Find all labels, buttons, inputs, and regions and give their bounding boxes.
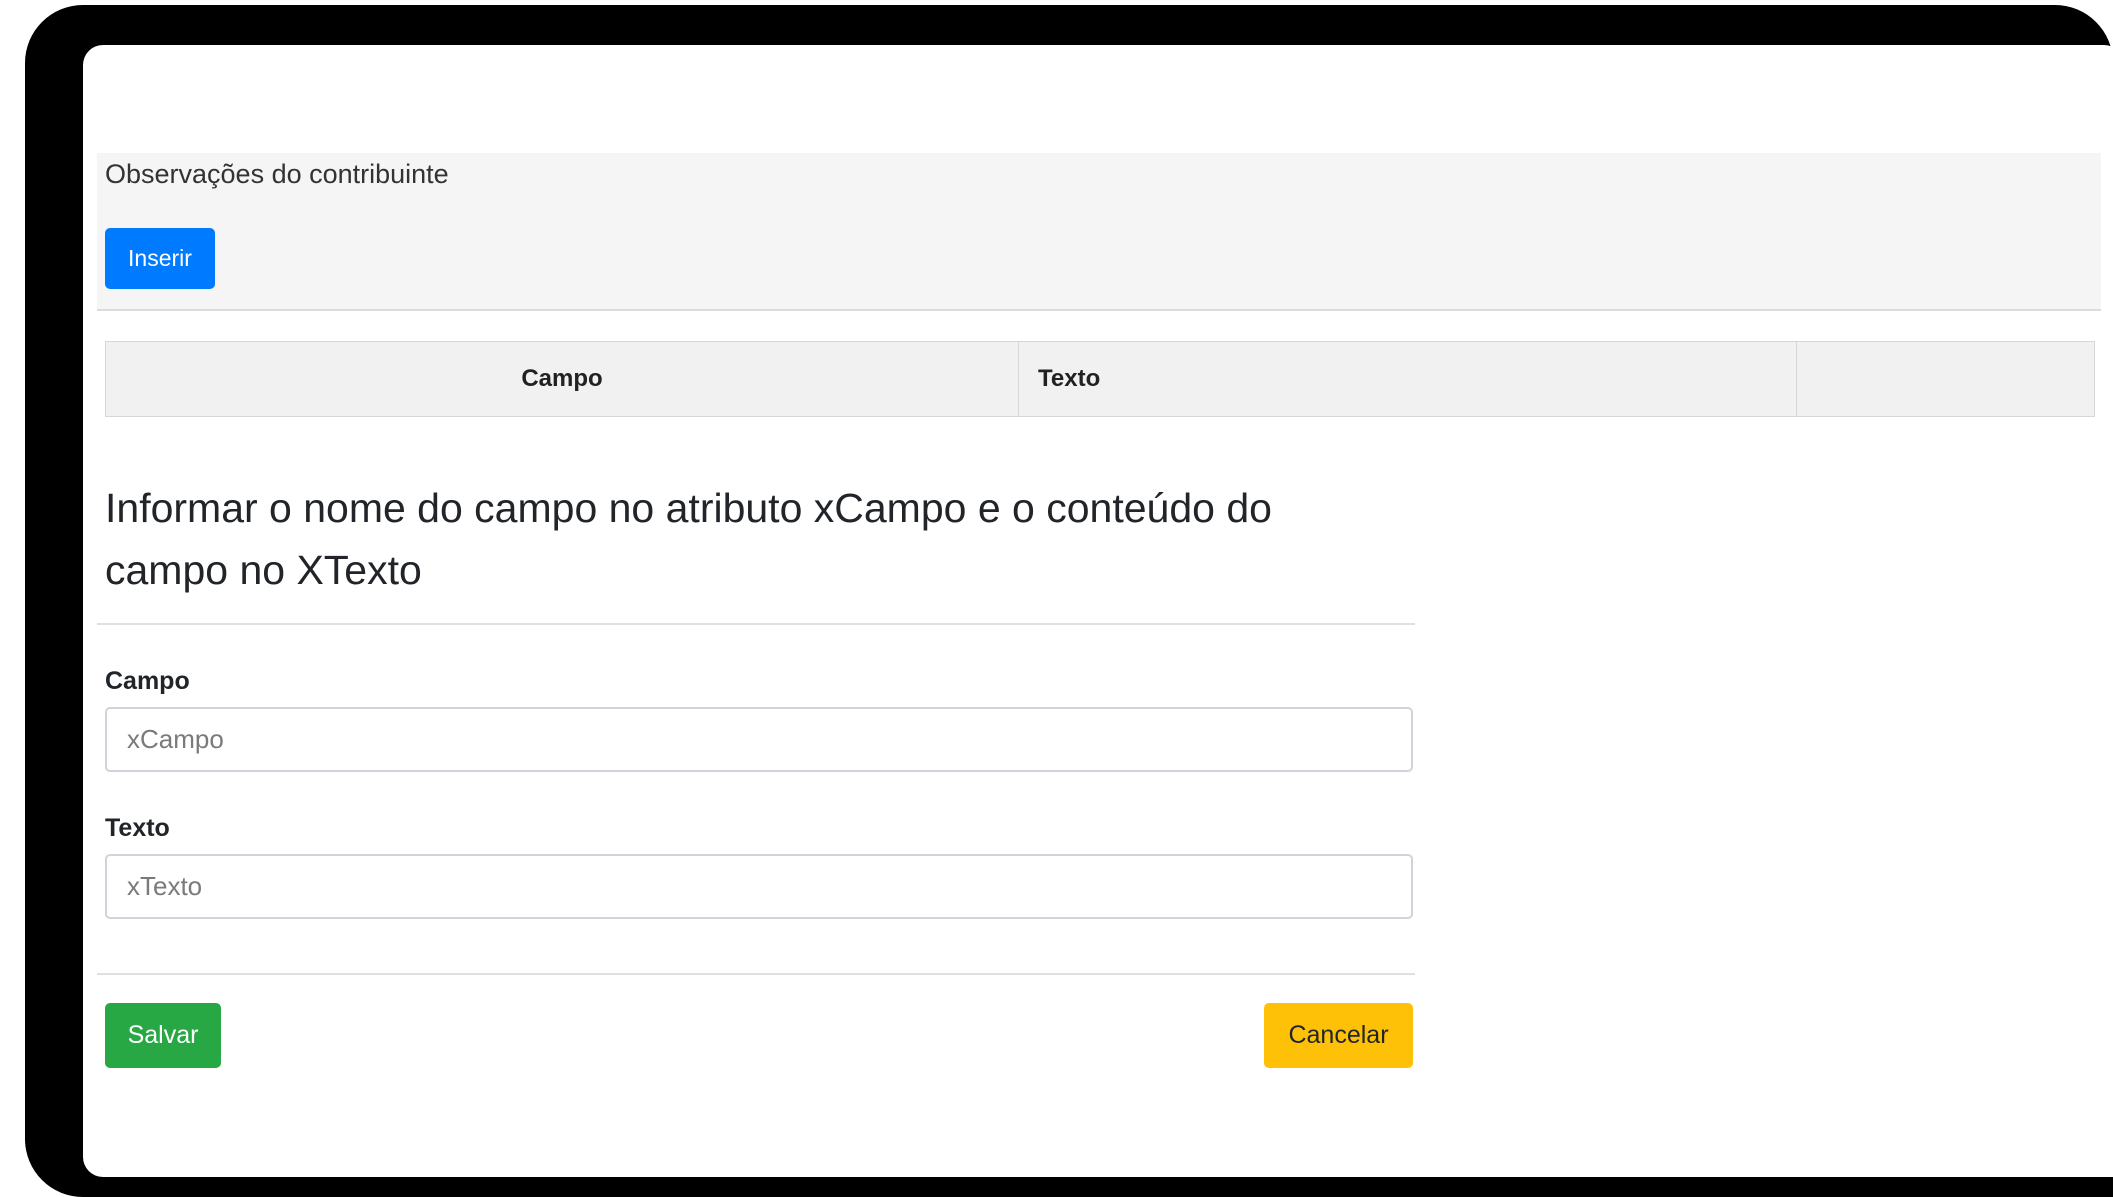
device-frame: Observações do contribuinte Inserir Camp… [25,5,2113,1197]
texto-input[interactable] [105,854,1413,919]
save-button[interactable]: Salvar [105,1003,221,1068]
observations-table-header: Campo Texto [105,341,2095,417]
screen: Observações do contribuinte Inserir Camp… [83,45,2113,1177]
column-header-texto[interactable]: Texto [1019,342,1797,416]
campo-label: Campo [105,667,190,695]
panel-title: Observações do contribuinte [105,159,449,189]
divider [97,623,1415,625]
form-title: Informar o nome do campo no atributo xCa… [105,485,1272,593]
column-header-campo[interactable]: Campo [106,342,1019,416]
campo-input[interactable] [105,707,1413,772]
cancel-button[interactable]: Cancelar [1264,1003,1413,1068]
column-header-actions [1797,342,2094,416]
observations-panel: Observações do contribuinte Inserir [97,153,2101,311]
insert-button[interactable]: Inserir [105,228,215,289]
divider [97,973,1415,975]
texto-label: Texto [105,814,170,842]
